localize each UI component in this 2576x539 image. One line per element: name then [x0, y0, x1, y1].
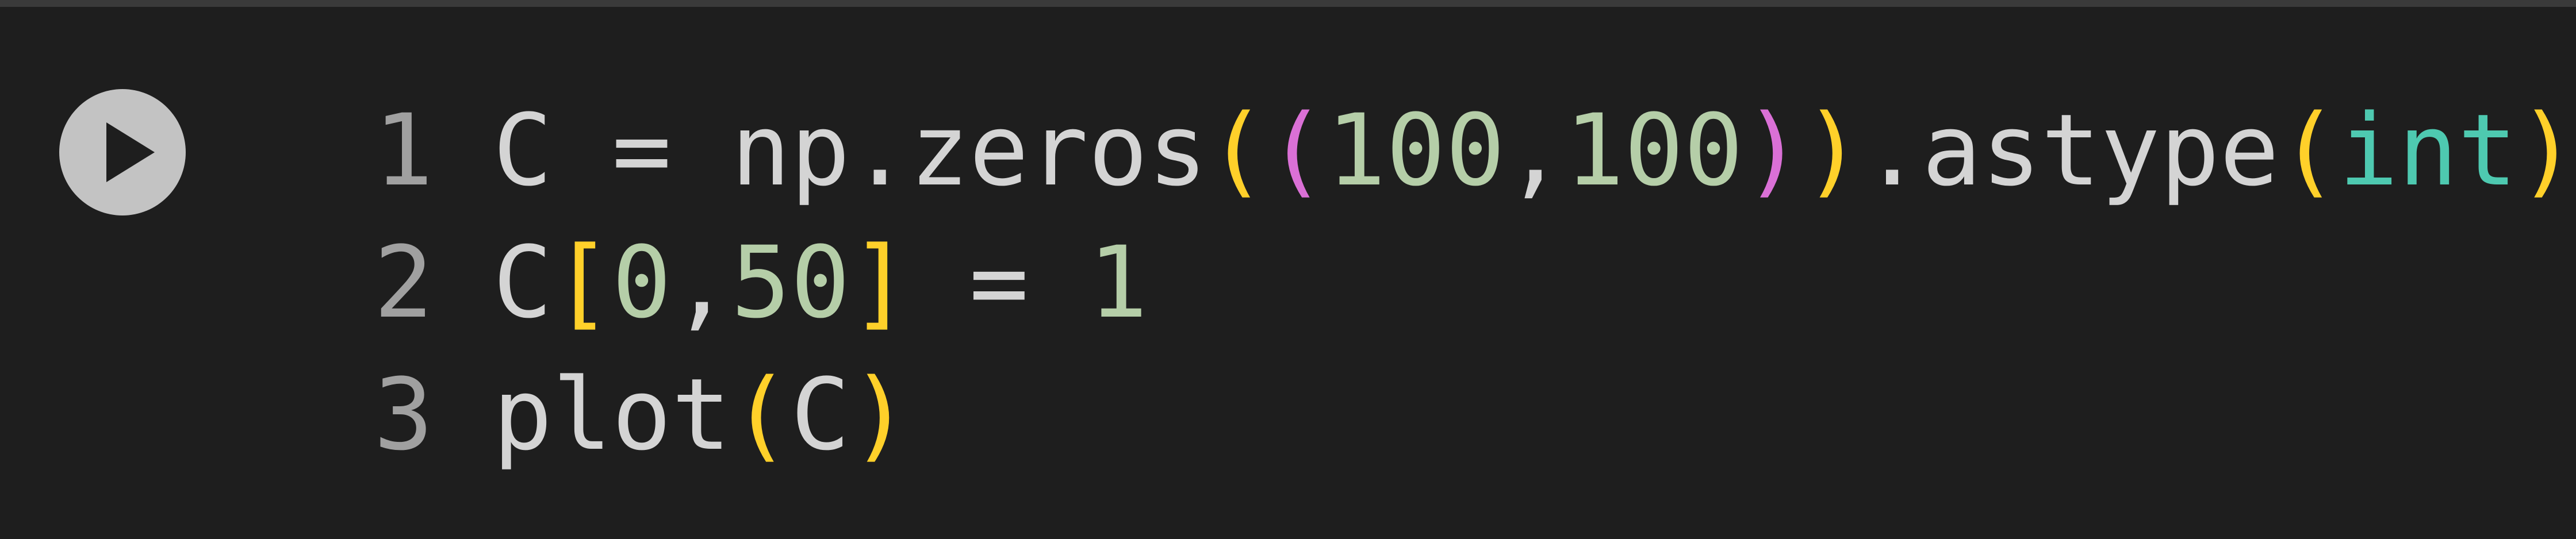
code-token: (	[2279, 93, 2339, 208]
code-token: C = np.zeros	[493, 93, 1208, 208]
line-number-gap	[434, 357, 493, 472]
line-number: 1	[374, 93, 434, 208]
code-token: [	[552, 225, 612, 340]
code-token: 1	[1088, 225, 1148, 340]
code-token: )	[850, 357, 910, 472]
code-line[interactable]: 1 C = np.zeros((100,100)).astype(int)	[374, 84, 2576, 217]
code-cell[interactable]: 1 C = np.zeros((100,100)).astype(int) 2 C…	[0, 7, 2576, 539]
cell-top-border	[0, 0, 2576, 7]
code-token: C	[790, 357, 850, 472]
code-token: 50	[731, 225, 850, 340]
play-icon	[106, 122, 155, 182]
code-token: (	[1207, 93, 1267, 208]
code-token: )	[2517, 93, 2576, 208]
code-token: (	[1267, 93, 1327, 208]
code-token: 0	[612, 225, 672, 340]
code-token: )	[1803, 93, 1862, 208]
run-cell-button[interactable]	[59, 89, 186, 215]
code-token: plot	[493, 357, 731, 472]
code-token: ]	[850, 225, 910, 340]
code-editor[interactable]: 1 C = np.zeros((100,100)).astype(int) 2 C…	[374, 84, 2576, 481]
code-token: ,	[671, 225, 731, 340]
line-number: 3	[374, 357, 434, 472]
code-line[interactable]: 2 C[0,50] = 1	[374, 217, 2576, 349]
code-token: int	[2339, 93, 2518, 208]
line-number: 2	[374, 225, 434, 340]
line-number-gap	[434, 225, 493, 340]
code-token: .astype	[1862, 93, 2279, 208]
code-token: =	[910, 225, 1088, 340]
code-token: 100	[1565, 93, 1743, 208]
code-token: 100	[1326, 93, 1505, 208]
code-token: ,	[1505, 93, 1565, 208]
line-number-gap	[434, 93, 493, 208]
code-token: )	[1743, 93, 1803, 208]
code-token: (	[731, 357, 791, 472]
code-line[interactable]: 3 plot(C)	[374, 349, 2576, 481]
code-token: C	[493, 225, 553, 340]
